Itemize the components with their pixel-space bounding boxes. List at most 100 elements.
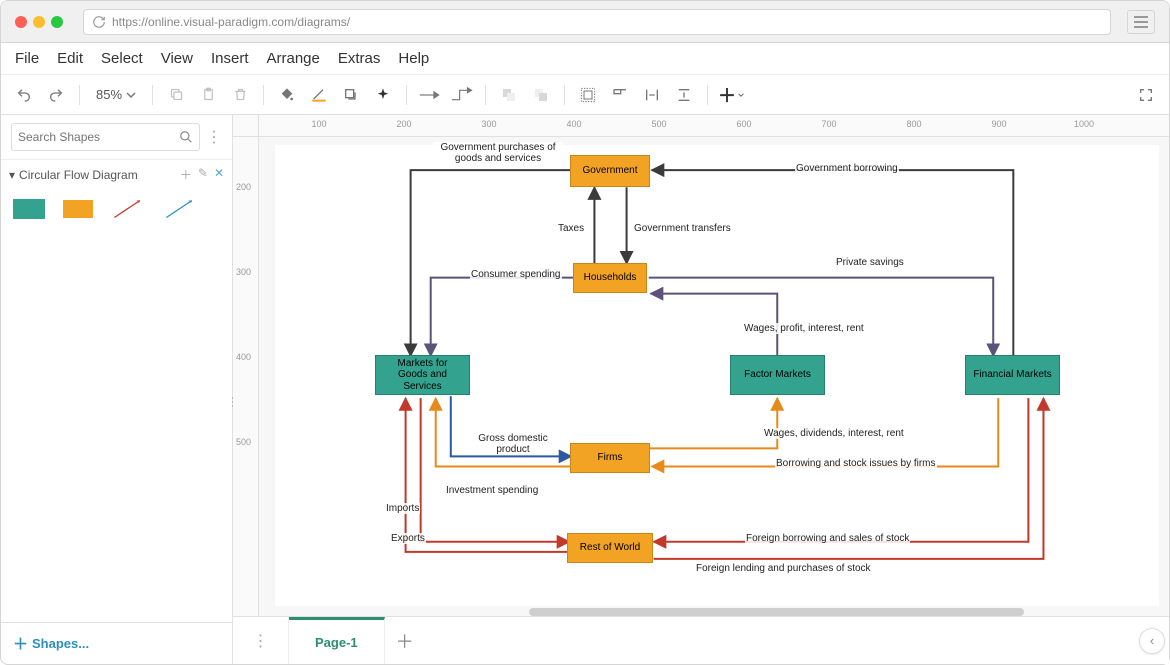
page-options-icon[interactable]: ⋮ [233, 617, 289, 664]
node-markets-goods[interactable]: Markets for Goods and Services [375, 355, 470, 395]
more-shapes-label: Shapes... [32, 636, 89, 651]
ruler-tick: 1000 [1074, 119, 1094, 129]
label-consumer-spending: Consumer spending [470, 269, 562, 280]
shape-market-rect[interactable] [13, 199, 45, 219]
window-minimize-icon[interactable] [33, 16, 45, 28]
palette-section: ▾ Circular Flow Diagram ＋ ✎ ✕ [1, 159, 232, 229]
fullscreen-icon[interactable] [1133, 82, 1159, 108]
paste-icon[interactable] [195, 82, 221, 108]
node-households[interactable]: Households [573, 263, 647, 293]
label-gov-borrowing: Government borrowing [795, 163, 899, 174]
url-text: https://online.visual-paradigm.com/diagr… [112, 15, 350, 29]
ruler-tick: 500 [236, 437, 251, 447]
menu-extras[interactable]: Extras [338, 50, 381, 67]
label-exports: Exports [390, 533, 426, 544]
label-wages-profit: Wages, profit, interest, rent [743, 323, 865, 334]
palette-close-icon[interactable]: ✕ [214, 166, 224, 183]
label-gdp: Gross domestic product [473, 433, 553, 455]
ruler-tick: 300 [481, 119, 496, 129]
style-icon[interactable] [370, 82, 396, 108]
ruler-vertical: 200 300 400 500 [233, 137, 259, 616]
url-bar[interactable]: https://online.visual-paradigm.com/diagr… [83, 9, 1111, 35]
menu-file[interactable]: File [15, 50, 39, 67]
label-imports: Imports [385, 503, 420, 514]
align-icon[interactable] [607, 82, 633, 108]
scrollbar-thumb[interactable] [529, 608, 1024, 616]
palette-add-icon[interactable]: ＋ [180, 166, 192, 183]
undo-icon[interactable] [11, 82, 37, 108]
search-shapes-input[interactable] [11, 123, 200, 151]
title-bar: https://online.visual-paradigm.com/diagr… [1, 1, 1169, 43]
page-tab-1[interactable]: Page-1 [289, 617, 385, 664]
zoom-value: 85% [96, 87, 122, 102]
menu-insert[interactable]: Insert [211, 50, 249, 67]
ruler-tick: 600 [736, 119, 751, 129]
label-taxes: Taxes [557, 223, 585, 234]
collapse-panel-icon[interactable]: ‹ [1139, 628, 1165, 654]
canvas-area[interactable]: 100 200 300 400 500 600 700 800 900 1000… [233, 115, 1169, 664]
window-maximize-icon[interactable] [51, 16, 63, 28]
ruler-tick: 900 [991, 119, 1006, 129]
menu-help[interactable]: Help [398, 50, 429, 67]
copy-icon[interactable] [163, 82, 189, 108]
to-front-icon[interactable] [496, 82, 522, 108]
search-field[interactable] [18, 130, 179, 144]
fill-color-icon[interactable] [274, 82, 300, 108]
shape-red-arrow[interactable] [111, 197, 145, 221]
diagram-paper[interactable]: Government Households Firms Rest of Worl… [275, 145, 1159, 606]
line-color-icon[interactable] [306, 82, 332, 108]
search-options-icon[interactable]: ⋮ [206, 127, 222, 147]
node-financial-markets[interactable]: Financial Markets [965, 355, 1060, 395]
palette-edit-icon[interactable]: ✎ [198, 166, 208, 183]
label-gov-purchases: Government purchases of goods and servic… [433, 142, 563, 164]
label-foreign-borrowing: Foreign borrowing and sales of stock [745, 533, 910, 544]
ruler-tick: 300 [236, 267, 251, 277]
body: ⋮ ▾ Circular Flow Diagram ＋ ✎ ✕ [1, 115, 1169, 664]
connection-icon[interactable] [417, 82, 443, 108]
waypoint-icon[interactable] [449, 82, 475, 108]
dist-v-icon[interactable] [671, 82, 697, 108]
node-rest-of-world[interactable]: Rest of World [567, 533, 653, 563]
horizontal-scrollbar[interactable] [259, 608, 1159, 616]
label-investment: Investment spending [445, 485, 539, 496]
palette-header[interactable]: ▾ Circular Flow Diagram ＋ ✎ ✕ [1, 160, 232, 189]
menu-view[interactable]: View [161, 50, 193, 67]
delete-icon[interactable] [227, 82, 253, 108]
add-icon[interactable]: ＋ [718, 82, 744, 108]
group-icon[interactable] [575, 82, 601, 108]
label-wages-dividends: Wages, dividends, interest, rent [763, 428, 905, 439]
more-shapes-button[interactable]: ＋Shapes... [1, 622, 232, 664]
shape-agent-rect[interactable] [63, 200, 93, 218]
label-borrowing-firms: Borrowing and stock issues by firms [775, 458, 937, 469]
page-tab-bar: ⋮ Page-1 ＋ ‹ [233, 616, 1169, 664]
reload-icon[interactable] [92, 15, 106, 29]
shape-teal-arrow[interactable] [163, 197, 197, 221]
label-gov-transfers: Government transfers [633, 223, 732, 234]
zoom-dropdown[interactable]: 85% [90, 87, 142, 102]
to-back-icon[interactable] [528, 82, 554, 108]
menu-bar: File Edit Select View Insert Arrange Ext… [1, 43, 1169, 75]
app-window: https://online.visual-paradigm.com/diagr… [0, 0, 1170, 665]
ruler-tick: 200 [396, 119, 411, 129]
ruler-tick: 200 [236, 182, 251, 192]
window-close-icon[interactable] [15, 16, 27, 28]
ruler-tick: 400 [236, 352, 251, 362]
palette-items [1, 189, 232, 229]
browser-menu-icon[interactable] [1127, 10, 1155, 34]
add-page-icon[interactable]: ＋ [385, 617, 425, 664]
node-firms[interactable]: Firms [570, 443, 650, 473]
shadow-icon[interactable] [338, 82, 364, 108]
ruler-horizontal: 100 200 300 400 500 600 700 800 900 1000 [259, 115, 1169, 137]
ruler-tick: 700 [821, 119, 836, 129]
node-factor-markets[interactable]: Factor Markets [730, 355, 825, 395]
ruler-tick: 400 [566, 119, 581, 129]
menu-edit[interactable]: Edit [57, 50, 83, 67]
sidebar: ⋮ ▾ Circular Flow Diagram ＋ ✎ ✕ [1, 115, 233, 664]
menu-select[interactable]: Select [101, 50, 143, 67]
dist-h-icon[interactable] [639, 82, 665, 108]
menu-arrange[interactable]: Arrange [267, 50, 320, 67]
toolbar: 85% ＋ [1, 75, 1169, 115]
search-icon[interactable] [179, 130, 193, 144]
node-government[interactable]: Government [570, 155, 650, 187]
redo-icon[interactable] [43, 82, 69, 108]
